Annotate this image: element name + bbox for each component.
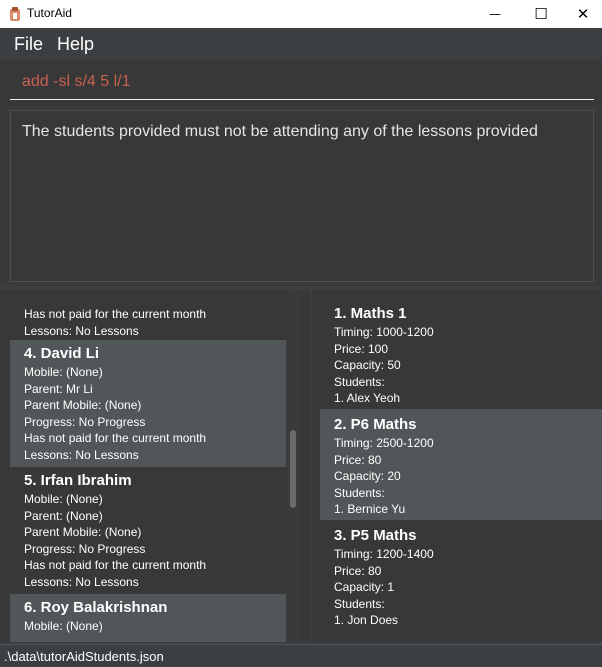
student-parent-mobile: Parent Mobile: (None) xyxy=(24,525,142,539)
student-parent: Parent: Mr Li xyxy=(24,381,93,396)
maximize-icon: ☐ xyxy=(534,5,548,23)
lesson-name: 1. Maths 1 xyxy=(334,305,407,322)
lesson-timing: Timing: 2500-1200 xyxy=(334,436,434,450)
student-mobile: Mobile: (None) xyxy=(24,365,103,379)
student-card[interactable]: Has not paid for the current month Lesso… xyxy=(10,298,286,340)
menu-file[interactable]: File xyxy=(14,34,43,55)
lesson-card[interactable]: 2. P6 Maths Timing: 2500-1200 Price: 80 … xyxy=(320,409,602,520)
lesson-card[interactable]: 1. Maths 1 Timing: 1000-1200 Price: 100 … xyxy=(320,298,602,409)
menu-bar: File Help xyxy=(0,28,602,60)
lesson-price: Price: 100 xyxy=(334,341,389,356)
minimize-button[interactable]: — xyxy=(472,0,518,28)
student-lessons: Lessons: No Lessons xyxy=(24,574,139,589)
student-name: 6. Roy Balakrishnan xyxy=(24,599,168,616)
lesson-price: Price: 80 xyxy=(334,563,382,578)
lesson-capacity: Capacity: 20 xyxy=(334,469,401,483)
lesson-card[interactable]: 3. P5 Maths Timing: 1200-1400 Price: 80 … xyxy=(320,520,602,631)
lesson-students-label: Students: xyxy=(334,596,385,611)
student-payment-status: Has not paid for the current month xyxy=(24,558,207,572)
lesson-timing: Timing: 1000-1200 xyxy=(334,325,434,339)
lesson-list[interactable]: 1. Maths 1 Timing: 1000-1200 Price: 100 … xyxy=(320,298,602,638)
maximize-button[interactable]: ☐ xyxy=(518,0,564,28)
student-card[interactable]: 4. David Li Mobile: (None) Parent: Mr Li… xyxy=(10,340,286,467)
student-name: 5. Irfan Ibrahim xyxy=(24,472,132,489)
student-list-panel: Has not paid for the current month Lesso… xyxy=(0,290,310,642)
student-lessons: Lessons: No Lessons xyxy=(24,323,139,338)
result-display-area: The students provided must not be attend… xyxy=(0,106,602,286)
lesson-name: 3. P5 Maths xyxy=(334,527,417,544)
lesson-name: 2. P6 Maths xyxy=(334,416,417,433)
app-logo-icon xyxy=(10,7,20,21)
lesson-capacity: Capacity: 1 xyxy=(334,580,395,594)
student-parent-mobile: Parent Mobile: (None) xyxy=(24,398,142,412)
command-box xyxy=(0,60,602,106)
lesson-students-label: Students: xyxy=(334,485,385,500)
lesson-price: Price: 80 xyxy=(334,452,382,467)
student-card[interactable]: 6. Roy Balakrishnan Mobile: (None) xyxy=(10,594,286,642)
student-progress: Progress: No Progress xyxy=(24,414,146,429)
student-parent: Parent: (None) xyxy=(24,508,103,523)
student-list[interactable]: Has not paid for the current month Lesso… xyxy=(10,298,286,642)
lesson-student-entry: 1. Jon Does xyxy=(334,613,399,627)
student-payment-status: Has not paid for the current month xyxy=(24,307,207,321)
lesson-capacity: Capacity: 50 xyxy=(334,358,401,372)
minimize-icon: — xyxy=(489,7,501,21)
result-display[interactable]: The students provided must not be attend… xyxy=(10,110,594,282)
menu-help[interactable]: Help xyxy=(57,34,94,55)
student-mobile: Mobile: (None) xyxy=(24,619,103,633)
lesson-students-label: Students: xyxy=(334,374,385,389)
command-input[interactable] xyxy=(10,64,594,100)
lesson-student-entry: 1. Alex Yeoh xyxy=(334,391,401,405)
student-name: 4. David Li xyxy=(24,345,100,362)
data-file-path: .\data\tutorAidStudents.json xyxy=(4,649,164,664)
student-card[interactable]: 5. Irfan Ibrahim Mobile: (None) Parent: … xyxy=(10,467,286,594)
close-button[interactable]: ✕ xyxy=(560,0,602,28)
student-payment-status: Has not paid for the current month xyxy=(24,431,207,445)
lesson-student-entry: 1. Bernice Yu xyxy=(334,502,406,516)
close-icon: ✕ xyxy=(576,5,590,23)
lesson-timing: Timing: 1200-1400 xyxy=(334,547,434,561)
window-title: TutorAid xyxy=(27,6,72,20)
title-bar: TutorAid — ☐ ✕ xyxy=(0,0,602,28)
result-message: The students provided must not be attend… xyxy=(22,123,538,140)
student-progress: Progress: No Progress xyxy=(24,541,146,556)
status-bar: .\data\tutorAidStudents.json xyxy=(0,644,602,667)
student-list-scrollbar-thumb[interactable] xyxy=(290,430,296,508)
student-mobile: Mobile: (None) xyxy=(24,492,103,506)
lesson-list-panel: 1. Maths 1 Timing: 1000-1200 Price: 100 … xyxy=(312,290,602,642)
student-lessons: Lessons: No Lessons xyxy=(24,447,139,462)
